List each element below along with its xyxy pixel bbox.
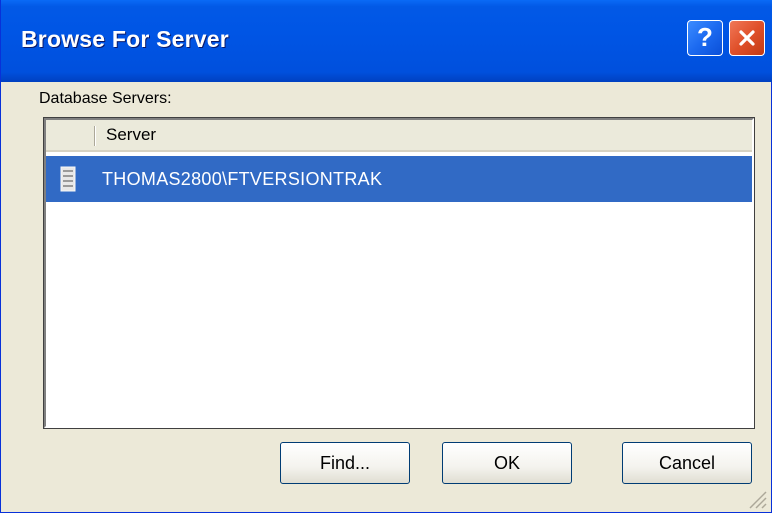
find-button[interactable]: Find... (280, 442, 410, 484)
close-x-icon (739, 30, 755, 46)
dialog-body: Database Servers: Server THOMAS2800\FTVE… (1, 82, 771, 513)
server-name: THOMAS2800\FTVERSIONTRAK (102, 169, 383, 189)
resize-grip-icon[interactable] (745, 487, 767, 509)
ok-button[interactable]: OK (442, 442, 572, 484)
list-header: Server (46, 120, 752, 152)
column-divider[interactable] (94, 126, 95, 146)
title-bar[interactable]: Browse For Server ? (1, 0, 772, 82)
column-header-server[interactable]: Server (106, 125, 156, 145)
table-row[interactable]: THOMAS2800\FTVERSIONTRAK (46, 156, 752, 202)
server-listview[interactable]: Server THOMAS2800\FTVERSIONTRAK (43, 117, 755, 429)
close-button[interactable] (729, 20, 765, 56)
database-servers-label: Database Servers: (39, 90, 172, 107)
column-header-icon[interactable] (46, 120, 94, 150)
help-button[interactable]: ? (687, 20, 723, 56)
window-title: Browse For Server (21, 26, 229, 52)
help-icon: ? (697, 22, 713, 52)
cancel-button[interactable]: Cancel (622, 442, 752, 484)
server-icon (60, 166, 76, 192)
browse-for-server-dialog: Browse For Server ? Database Servers: Se… (0, 0, 772, 513)
